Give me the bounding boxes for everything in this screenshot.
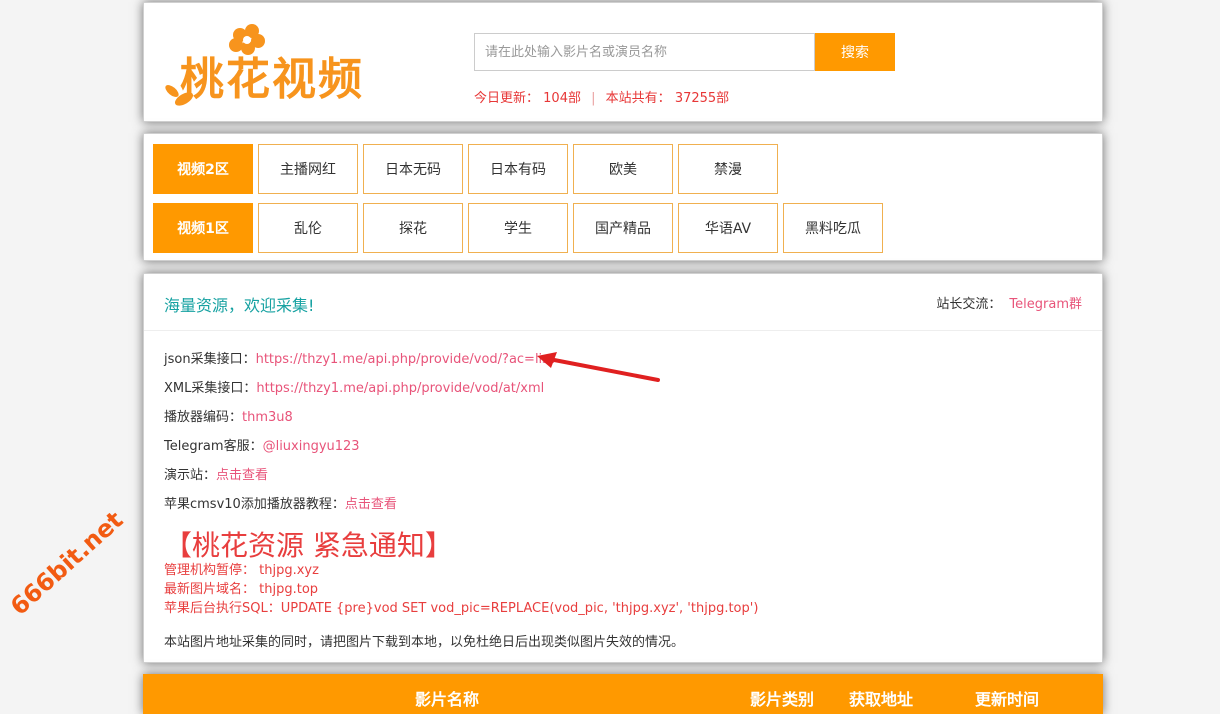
total-value: 37255部	[674, 91, 730, 106]
telegram-service-label: Telegram客服：	[164, 439, 263, 454]
site-logo[interactable]: 桃花视频	[158, 21, 428, 111]
logo-text: 桃花视频	[180, 54, 364, 105]
nav-item[interactable]: 学生	[468, 203, 568, 253]
nav-item[interactable]: 华语AV	[678, 203, 778, 253]
xml-api-label: XML采集接口：	[164, 381, 257, 396]
total-label: 本站共有：	[605, 91, 671, 106]
column-header-link: 获取地址	[849, 690, 914, 709]
stats-separator: |	[591, 91, 596, 106]
demo-site-line: 演示站：点击查看	[164, 464, 268, 483]
table-header: 影片名称 影片类别 获取地址 更新时间	[143, 674, 1103, 714]
category-nav: 视频2区 主播网红 日本无码 日本有码 欧美 禁漫 视频1区 乱伦 探花 学生 …	[143, 133, 1103, 261]
telegram-service-value: @liuxingyu123	[262, 439, 360, 454]
welcome-text: 海量资源，欢迎采集!	[164, 296, 315, 315]
json-api-link[interactable]: https://thzy1.me/api.php/provide/vod/?ac…	[256, 352, 554, 367]
annotation-arrow-icon	[537, 352, 660, 382]
today-label: 今日更新：	[474, 91, 540, 106]
nav-item[interactable]: 探花	[363, 203, 463, 253]
contact-label: 站长交流：	[936, 297, 1002, 312]
nav-item[interactable]: 黑料吃瓜	[783, 203, 883, 253]
telegram-service-line: Telegram客服：@liuxingyu123	[164, 435, 360, 454]
nav-row-video1: 视频1区 乱伦 探花 学生 国产精品 华语AV 黑料吃瓜	[153, 203, 888, 253]
header-panel: 桃花视频 搜索 今日更新： 104部 | 本站共有： 37255部	[143, 2, 1103, 122]
player-code-line: 播放器编码：thm3u8	[164, 406, 293, 425]
nav-item[interactable]: 禁漫	[678, 144, 778, 194]
info-header: 海量资源，欢迎采集! 站长交流： Telegram群	[144, 274, 1102, 331]
info-panel: 海量资源，欢迎采集! 站长交流： Telegram群 json采集接口：https…	[143, 273, 1103, 663]
nav-item[interactable]: 主播网红	[258, 144, 358, 194]
column-header-category: 影片类别	[750, 690, 815, 709]
tutorial-link[interactable]: 点击查看	[345, 497, 397, 512]
notice-line: 管理机构暂停： thjpg.xyz	[164, 563, 319, 578]
nav-item[interactable]: 国产精品	[573, 203, 673, 253]
tutorial-line: 苹果cmsv10添加播放器教程：点击查看	[164, 493, 397, 512]
json-api-line: json采集接口：https://thzy1.me/api.php/provid…	[164, 348, 554, 367]
telegram-group-link[interactable]: Telegram群	[1009, 297, 1082, 312]
nav-item[interactable]: 日本无码	[363, 144, 463, 194]
xml-api-link[interactable]: https://thzy1.me/api.php/provide/vod/at/…	[256, 381, 544, 396]
search-input[interactable]	[474, 33, 815, 71]
nav-head-video2[interactable]: 视频2区	[153, 144, 253, 194]
nav-row-video2: 视频2区 主播网红 日本无码 日本有码 欧美 禁漫	[153, 144, 783, 194]
column-header-time: 更新时间	[975, 690, 1040, 709]
footer-note: 本站图片地址采集的同时，请把图片下载到本地，以免杜绝日后出现类似图片失效的情况。	[164, 635, 685, 650]
notice-line: 苹果后台执行SQL：UPDATE {pre}vod SET vod_pic=RE…	[164, 601, 759, 616]
player-code-label: 播放器编码：	[164, 410, 243, 425]
tutorial-label: 苹果cmsv10添加播放器教程：	[164, 497, 345, 512]
column-header-title: 影片名称	[415, 690, 480, 709]
notice-line: 最新图片域名： thjpg.top	[164, 582, 319, 597]
xml-api-line: XML采集接口：https://thzy1.me/api.php/provide…	[164, 377, 544, 396]
json-api-label: json采集接口：	[164, 352, 256, 367]
demo-site-label: 演示站：	[164, 468, 217, 483]
watermark: 666bit.net	[5, 505, 129, 621]
notice-title: 【桃花资源 紧急通知】	[164, 529, 453, 562]
demo-site-link[interactable]: 点击查看	[216, 468, 268, 483]
contact-info: 站长交流： Telegram群	[936, 293, 1082, 312]
today-value: 104部	[543, 91, 581, 106]
player-code-value: thm3u8	[242, 410, 293, 425]
nav-item[interactable]: 乱伦	[258, 203, 358, 253]
nav-head-video1[interactable]: 视频1区	[153, 203, 253, 253]
nav-item[interactable]: 日本有码	[468, 144, 568, 194]
update-stats: 今日更新： 104部 | 本站共有： 37255部	[474, 87, 729, 106]
nav-item[interactable]: 欧美	[573, 144, 673, 194]
search-button[interactable]: 搜索	[815, 33, 895, 71]
